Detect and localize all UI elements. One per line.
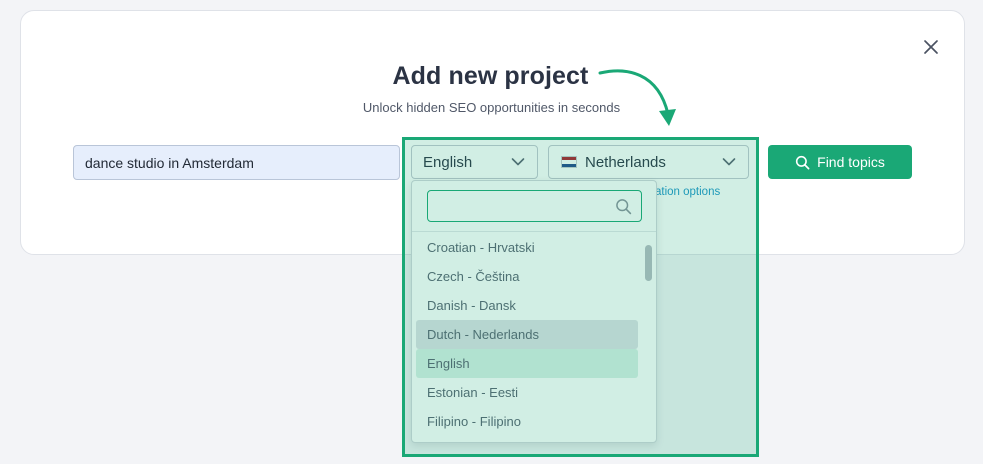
language-select[interactable]: English [411,145,538,179]
dropdown-option[interactable]: Czech - Čeština [416,262,638,291]
dropdown-option[interactable]: Estonian - Eesti [416,378,638,407]
search-icon [796,155,810,169]
location-options-link[interactable]: ation options [655,186,720,198]
close-icon [924,40,938,54]
close-button[interactable] [921,37,941,57]
dropdown-divider [412,231,656,232]
dropdown-scrollbar-thumb[interactable] [645,245,652,281]
country-select[interactable]: Netherlands [548,145,749,179]
curved-arrow-icon [598,69,676,126]
find-topics-button[interactable]: Find topics [768,145,912,179]
language-dropdown: Croatian - Hrvatski Czech - Čeština Dani… [411,180,657,443]
language-options-list: Croatian - Hrvatski Czech - Čeština Dani… [416,233,638,436]
dropdown-option[interactable]: Danish - Dansk [416,291,638,320]
modal-subtitle: Unlock hidden SEO opportunities in secon… [362,100,621,115]
netherlands-flag-icon [561,156,577,168]
dropdown-option[interactable]: Filipino - Filipino [416,407,638,436]
keyword-input[interactable] [73,145,400,180]
dropdown-option[interactable]: Croatian - Hrvatski [416,233,638,262]
dropdown-option-hovered[interactable]: Dutch - Nederlands [416,320,638,349]
chevron-down-icon [722,158,736,166]
chevron-down-icon [511,158,525,166]
language-select-value: English [423,153,473,171]
find-topics-label: Find topics [817,154,885,170]
search-icon [616,199,632,215]
country-select-value: Netherlands [585,153,666,171]
dropdown-option-selected[interactable]: English [416,349,638,378]
modal-title: Add new project [392,62,589,90]
language-search-input[interactable] [427,190,642,222]
